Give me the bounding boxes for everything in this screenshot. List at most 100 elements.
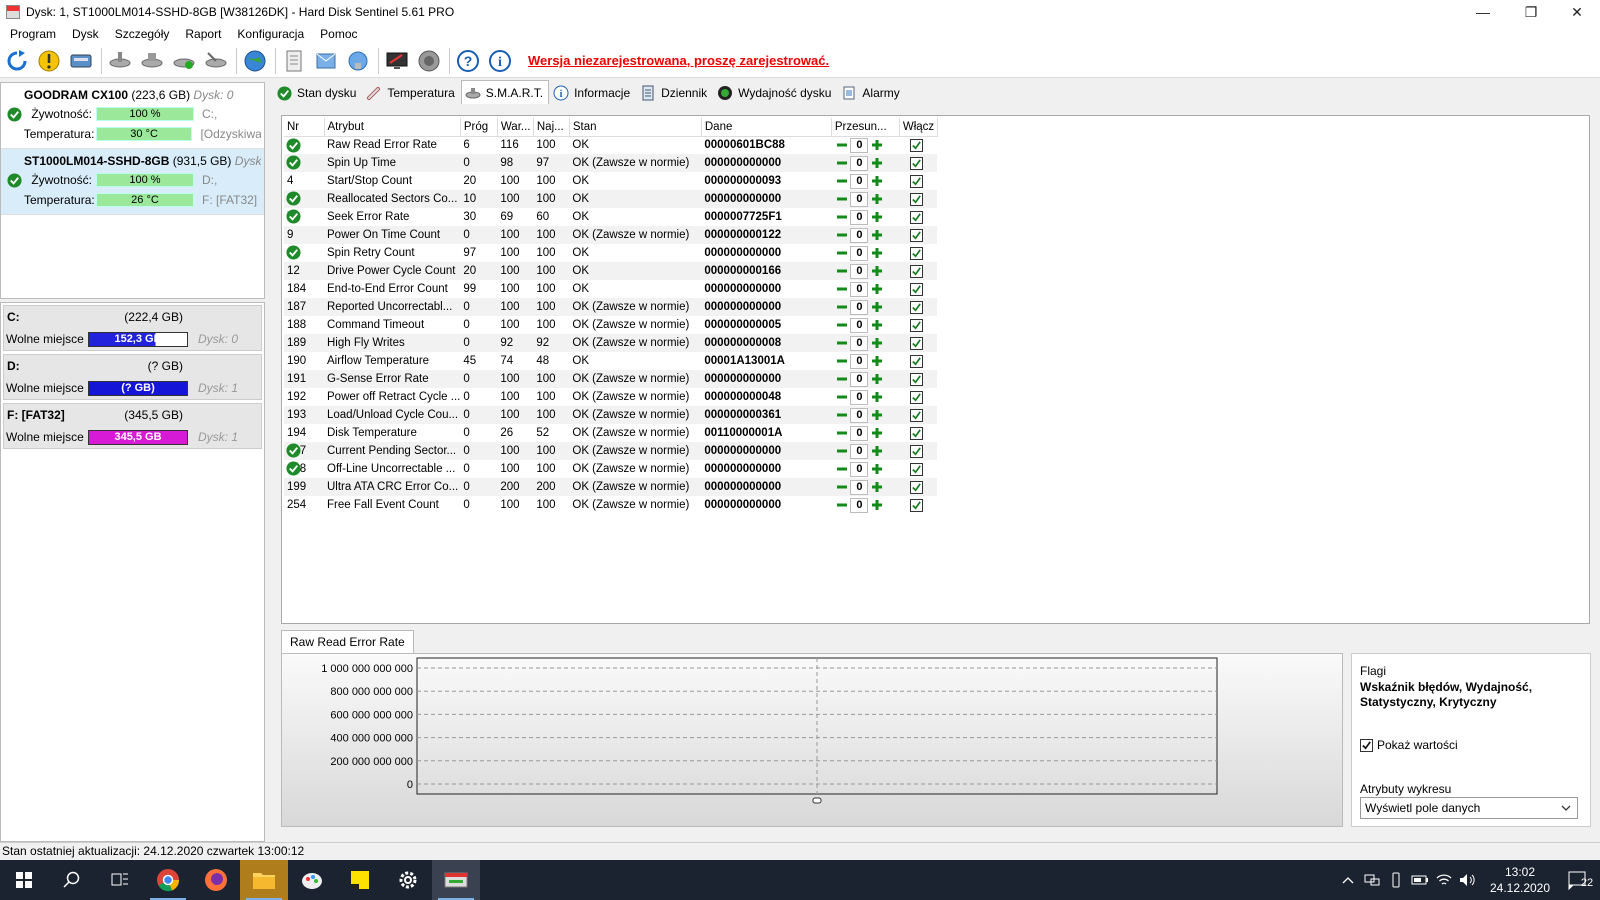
hard-disk-sentinel-taskbar-icon[interactable] [432,860,480,900]
table-row[interactable]: 5Reallocated Sectors Co...10100100OK0000… [284,190,938,208]
offset-value[interactable]: 0 [850,155,869,171]
table-row[interactable]: 197Current Pending Sector...0100100OK (Z… [284,442,938,460]
table-row[interactable]: 10Spin Retry Count97100100OK000000000000… [284,244,938,262]
offset-value[interactable]: 0 [850,335,869,351]
enable-checkbox[interactable] [910,174,924,188]
enable-checkbox[interactable] [910,210,924,224]
enable-checkbox[interactable] [910,282,924,296]
task-view-icon[interactable] [96,860,144,900]
enable-checkbox[interactable] [910,444,924,458]
offset-value[interactable]: 0 [850,497,869,513]
plus-icon[interactable] [869,498,884,513]
offset-value[interactable]: 0 [850,227,869,243]
minus-icon[interactable] [834,318,849,333]
enable-checkbox[interactable] [910,408,924,422]
minus-icon[interactable] [834,444,849,459]
start-button[interactable] [0,860,48,900]
col-header[interactable]: Stan [569,118,702,137]
document-icon[interactable] [280,47,308,75]
paint-icon[interactable] [288,860,336,900]
plus-icon[interactable] [869,228,884,243]
minus-icon[interactable] [834,138,849,153]
sound-icon[interactable] [415,47,443,75]
table-row[interactable]: 188 Command Timeout 0 100 100 OK (Zawsze w no… [284,316,938,334]
chevron-up-icon[interactable] [1336,860,1360,900]
registration-link[interactable]: Wersja niezarejestrowana, proszę zarejes… [528,53,829,68]
refresh-icon[interactable] [3,47,31,75]
plus-icon[interactable] [869,174,884,189]
minus-icon[interactable] [834,372,849,387]
plus-icon[interactable] [869,354,884,369]
enable-checkbox[interactable] [910,264,924,278]
table-row[interactable]: 184 End-to-End Error Count 99 100 100 OK 00000… [284,280,938,298]
settings-gear-icon[interactable] [384,860,432,900]
menu-program[interactable]: Program [2,27,64,41]
col-header[interactable]: Przesun... [831,118,900,137]
minus-icon[interactable] [834,210,849,225]
offset-value[interactable]: 0 [850,443,869,459]
plus-icon[interactable] [869,336,884,351]
plus-icon[interactable] [869,408,884,423]
enable-checkbox[interactable] [910,156,924,170]
enable-checkbox[interactable] [910,138,924,152]
col-header[interactable]: Dane [701,118,832,137]
col-header[interactable]: Włącz [899,118,938,137]
table-row[interactable]: 192 Power off Retract Cycle ... 0 100 100 OK … [284,388,938,406]
menu-szczegoly[interactable]: Szczegóły [107,27,178,41]
table-row[interactable]: 189 High Fly Writes 0 92 92 OK (Zawsze w norm… [284,334,938,352]
enable-checkbox[interactable] [910,462,924,476]
partition-item[interactable]: C: (222,4 GB) Wolne miejsce 152,3 GB Dysk… [3,305,262,351]
table-row[interactable]: 194 Disk Temperature 0 26 52 OK (Zawsze w nor… [284,424,938,442]
send-report-icon[interactable] [312,47,340,75]
plus-icon[interactable] [869,426,884,441]
notification-center[interactable]: 22 [1560,870,1600,890]
volume-icon[interactable] [1456,860,1480,900]
col-header[interactable]: Próg [460,118,498,137]
chart-splitter-handle[interactable] [812,797,822,804]
col-header[interactable]: Nr [284,118,325,137]
offset-value[interactable]: 0 [850,425,869,441]
table-row[interactable]: 12 Drive Power Cycle Count 20 100 100 OK 00000… [284,262,938,280]
plus-icon[interactable] [869,444,884,459]
enable-checkbox[interactable] [910,228,924,242]
tab-stan-dysku[interactable]: Stan dysku [272,82,362,104]
search-icon[interactable] [48,860,96,900]
plus-icon[interactable] [869,390,884,405]
plus-icon[interactable] [869,300,884,315]
minimize-button[interactable]: — [1460,0,1506,24]
enable-checkbox[interactable] [910,336,924,350]
enable-checkbox[interactable] [910,372,924,386]
disk-surface-icon[interactable] [138,47,166,75]
enable-checkbox[interactable] [910,480,924,494]
disk-report-icon[interactable] [67,47,95,75]
menu-pomoc[interactable]: Pomoc [312,27,365,41]
plus-icon[interactable] [869,138,884,153]
minus-icon[interactable] [834,192,849,207]
minus-icon[interactable] [834,480,849,495]
menu-raport[interactable]: Raport [177,27,229,41]
offset-value[interactable]: 0 [850,461,869,477]
disk-tools-icon[interactable] [202,47,230,75]
plus-icon[interactable] [869,264,884,279]
maximize-button[interactable]: ❐ [1508,0,1554,24]
plus-icon[interactable] [869,246,884,261]
offset-value[interactable]: 0 [850,137,869,153]
disk-item-selected[interactable]: ST1000LM014-SSHD-8GB (931,5 GB) Dysk: Ży… [1,149,264,215]
table-row[interactable]: 191 G-Sense Error Rate 0 100 100 OK (Zawsze w… [284,370,938,388]
offset-value[interactable]: 0 [850,317,869,333]
minus-icon[interactable] [834,282,849,297]
table-row[interactable]: 9 Power On Time Count 0 100 100 OK (Zawsze w … [284,226,938,244]
alert-icon[interactable] [35,47,63,75]
table-row[interactable]: 190 Airflow Temperature 45 74 48 OK 00001A1300… [284,352,938,370]
table-row[interactable]: 193 Load/Unload Cycle Cou... 0 100 100 OK (Za… [284,406,938,424]
col-header[interactable]: War... [497,118,534,137]
plus-icon[interactable] [869,462,884,477]
minus-icon[interactable] [834,174,849,189]
network-icon[interactable] [344,47,372,75]
tab-informacje[interactable]: i Informacje [549,82,636,104]
enable-checkbox[interactable] [910,390,924,404]
tab-dziennik[interactable]: Dziennik [636,82,713,104]
table-row[interactable]: 3Spin Up Time09897OK (Zawsze w normie)00… [284,154,938,172]
offset-value[interactable]: 0 [850,245,869,261]
offset-value[interactable]: 0 [850,191,869,207]
